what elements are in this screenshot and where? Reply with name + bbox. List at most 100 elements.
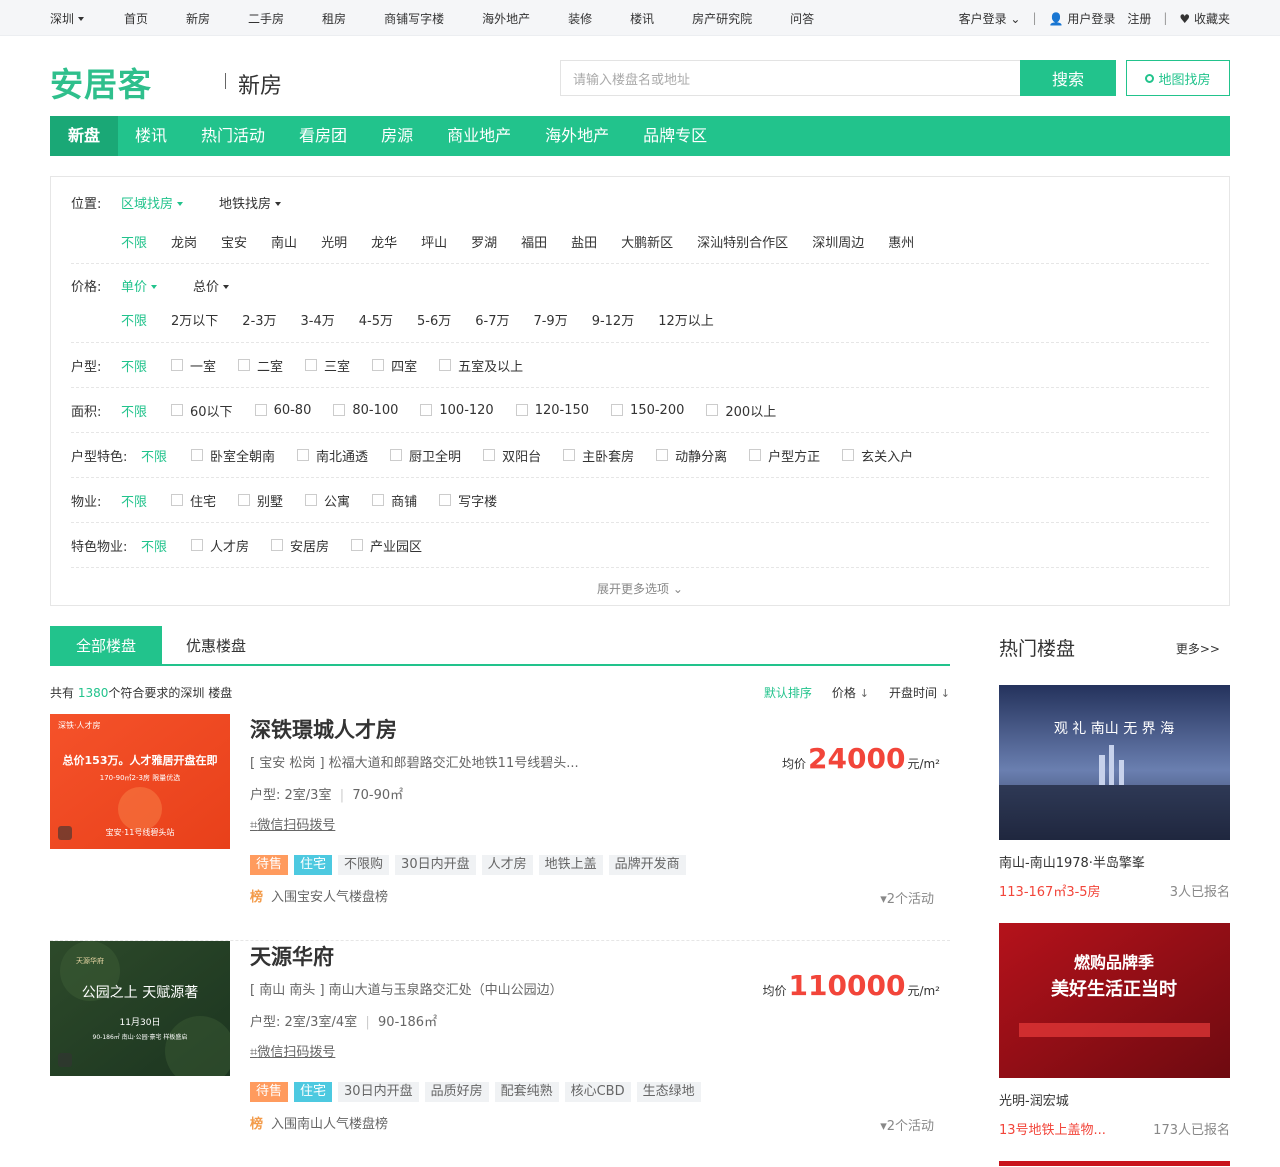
filter-option[interactable]: 大鹏新区 — [621, 232, 673, 251]
tab-all[interactable]: 全部楼盘 — [50, 626, 162, 666]
main-nav-item[interactable]: 热门活动 — [184, 116, 282, 156]
filter-checkbox[interactable]: 四室 — [372, 356, 417, 375]
filter-checkbox[interactable]: 商铺 — [372, 491, 417, 510]
filter-option[interactable]: 深汕特别合作区 — [697, 232, 788, 251]
favorite-link[interactable]: ♥ 收藏夹 — [1179, 10, 1230, 27]
expand-more-options[interactable]: 展开更多选项 ⌄ — [71, 580, 1209, 597]
filter-option[interactable]: 罗湖 — [471, 232, 497, 251]
filter-option[interactable]: 南山 — [271, 232, 297, 251]
filter-option[interactable]: 9-12万 — [592, 310, 635, 329]
filter-checkbox[interactable]: 120-150 — [515, 403, 589, 418]
filter-option[interactable]: 福田 — [521, 232, 547, 251]
top-nav-item[interactable]: 首页 — [124, 10, 148, 27]
search-button[interactable]: 搜索 — [1020, 60, 1116, 96]
filter-option[interactable]: 5-6万 — [417, 310, 451, 329]
filter-checkbox[interactable]: 动静分离 — [656, 446, 727, 465]
filter-option[interactable]: 3-4万 — [301, 310, 335, 329]
filter-option[interactable]: 2-3万 — [242, 310, 276, 329]
filter-option[interactable]: 12万以上 — [658, 310, 714, 329]
filter-checkbox[interactable]: 80-100 — [333, 403, 398, 418]
filter-checkbox[interactable]: 五室及以上 — [439, 356, 523, 375]
search-input[interactable]: 请输入楼盘名或地址 — [560, 60, 1020, 96]
filter-option[interactable]: 4-5万 — [359, 310, 393, 329]
top-nav-item[interactable]: 二手房 — [248, 10, 284, 27]
listing-thumbnail[interactable]: 天源华府 公园之上 天赋源著 11月30日 90-186㎡ 南山·公园·豪宅 样… — [50, 941, 230, 1076]
hot-listing-name[interactable]: 南山-南山1978·半岛擎峯 — [999, 852, 1230, 871]
filter-checkbox[interactable]: 一室 — [171, 356, 216, 375]
user-login[interactable]: 👤 用户登录 — [1049, 10, 1116, 27]
filter-option[interactable]: 不限 — [121, 310, 147, 329]
rank-info[interactable]: 榜入围南山人气楼盘榜 — [250, 1113, 388, 1132]
filter-option[interactable]: 深圳周边 — [812, 232, 864, 251]
top-nav-item[interactable]: 装修 — [568, 10, 592, 27]
listing-item[interactable]: 深铁·人才房 总价153万。人才雅居开盘在即 170-90㎡2-3房 限量优选 … — [50, 714, 950, 941]
filter-option[interactable]: 不限 — [121, 232, 147, 251]
register-link[interactable]: 注册 — [1127, 10, 1151, 27]
rank-info[interactable]: 榜入围宝安人气楼盘榜 — [250, 886, 388, 905]
top-nav-item[interactable]: 新房 — [186, 10, 210, 27]
filter-option-unlimited[interactable]: 不限 — [141, 536, 167, 555]
filter-option[interactable]: 龙岗 — [171, 232, 197, 251]
hot-listing-image[interactable]: 燃购品牌季 美好生活正当时 — [999, 923, 1230, 1078]
filter-checkbox[interactable]: 200以上 — [706, 401, 776, 420]
filter-checkbox[interactable]: 卧室全朝南 — [191, 446, 275, 465]
listing-name[interactable]: 天源华府 — [250, 941, 334, 971]
main-nav-item[interactable]: 品牌专区 — [626, 116, 724, 156]
filter-checkbox[interactable]: 60-80 — [254, 403, 311, 418]
wechat-dial[interactable]: ⌗微信扫码拨号 — [250, 1041, 335, 1060]
filter-checkbox[interactable]: 60以下 — [171, 401, 233, 420]
filter-option[interactable]: 龙华 — [371, 232, 397, 251]
filter-checkbox[interactable]: 写字楼 — [439, 491, 497, 510]
top-nav-item[interactable]: 海外地产 — [482, 10, 530, 27]
main-nav-item[interactable]: 楼讯 — [118, 116, 184, 156]
listing-address[interactable]: [ 宝安 松岗 ] 松福大道和郎碧路交汇处地铁11号线碧头... — [250, 752, 579, 771]
filter-option[interactable]: 宝安 — [221, 232, 247, 251]
hot-listing[interactable]: 观 礼 南山 无 界 海 南山-南山1978·半岛擎峯 113-167㎡3-5房… — [999, 685, 1230, 900]
filter-checkbox[interactable]: 公寓 — [305, 491, 350, 510]
top-nav-item[interactable]: 楼讯 — [630, 10, 654, 27]
filter-checkbox[interactable]: 二室 — [238, 356, 283, 375]
filter-checkbox[interactable]: 双阳台 — [483, 446, 541, 465]
filter-option-unlimited[interactable]: 不限 — [141, 446, 167, 465]
top-nav-item[interactable]: 问答 — [790, 10, 814, 27]
sidebar-more-link[interactable]: 更多>> — [1176, 640, 1220, 657]
sort-open-time[interactable]: 开盘时间 ↓ — [889, 684, 950, 701]
filter-checkbox[interactable]: 三室 — [305, 356, 350, 375]
filter-checkbox[interactable]: 人才房 — [191, 536, 249, 555]
filter-option[interactable]: 坪山 — [421, 232, 447, 251]
top-nav-item[interactable]: 租房 — [322, 10, 346, 27]
filter-mode-total-price[interactable]: 总价 — [193, 276, 230, 295]
listing-item[interactable]: 天源华府 公园之上 天赋源著 11月30日 90-186㎡ 南山·公园·豪宅 样… — [50, 941, 950, 1166]
listing-address[interactable]: [ 南山 南头 ] 南山大道与玉泉路交汇处（中山公园边） — [250, 979, 563, 998]
filter-option[interactable]: 6-7万 — [475, 310, 509, 329]
filter-option[interactable]: 盐田 — [571, 232, 597, 251]
tab-discount[interactable]: 优惠楼盘 — [186, 626, 246, 666]
hot-listing[interactable]: 燃购品牌季 美好生活正当时 光明-润宏城 13号地铁上盖物... 173人已报名 — [999, 923, 1230, 1138]
filter-option[interactable]: 光明 — [321, 232, 347, 251]
filter-checkbox[interactable]: 别墅 — [238, 491, 283, 510]
filter-mode-unit-price[interactable]: 单价 — [121, 276, 158, 295]
activity-count[interactable]: ▾2个活动 — [880, 1115, 934, 1134]
top-nav-item[interactable]: 商铺写字楼 — [384, 10, 444, 27]
filter-checkbox[interactable]: 100-120 — [420, 403, 494, 418]
hot-listing-image[interactable]: 观 礼 南山 无 界 海 — [999, 685, 1230, 840]
filter-checkbox[interactable]: 户型方正 — [749, 446, 820, 465]
filter-checkbox[interactable]: 南北通透 — [297, 446, 368, 465]
filter-checkbox[interactable]: 住宅 — [171, 491, 216, 510]
activity-count[interactable]: ▾2个活动 — [880, 888, 934, 907]
main-nav-item[interactable]: 海外地产 — [528, 116, 626, 156]
filter-mode-subway[interactable]: 地铁找房 — [219, 193, 282, 212]
filter-option[interactable]: 7-9万 — [533, 310, 567, 329]
filter-option-unlimited[interactable]: 不限 — [121, 356, 147, 375]
listing-name[interactable]: 深铁璟城人才房 — [250, 714, 397, 744]
sort-default[interactable]: 默认排序 — [764, 684, 812, 701]
filter-checkbox[interactable]: 产业园区 — [351, 536, 422, 555]
filter-option[interactable]: 惠州 — [888, 232, 914, 251]
filter-option[interactable]: 2万以下 — [171, 310, 218, 329]
filter-option-unlimited[interactable]: 不限 — [121, 401, 147, 420]
filter-checkbox[interactable]: 主卧套房 — [563, 446, 634, 465]
filter-checkbox[interactable]: 安居房 — [271, 536, 329, 555]
hot-listing-name[interactable]: 光明-润宏城 — [999, 1090, 1230, 1109]
map-search-button[interactable]: 地图找房 — [1126, 60, 1230, 96]
sort-price[interactable]: 价格 ↓ — [832, 684, 869, 701]
